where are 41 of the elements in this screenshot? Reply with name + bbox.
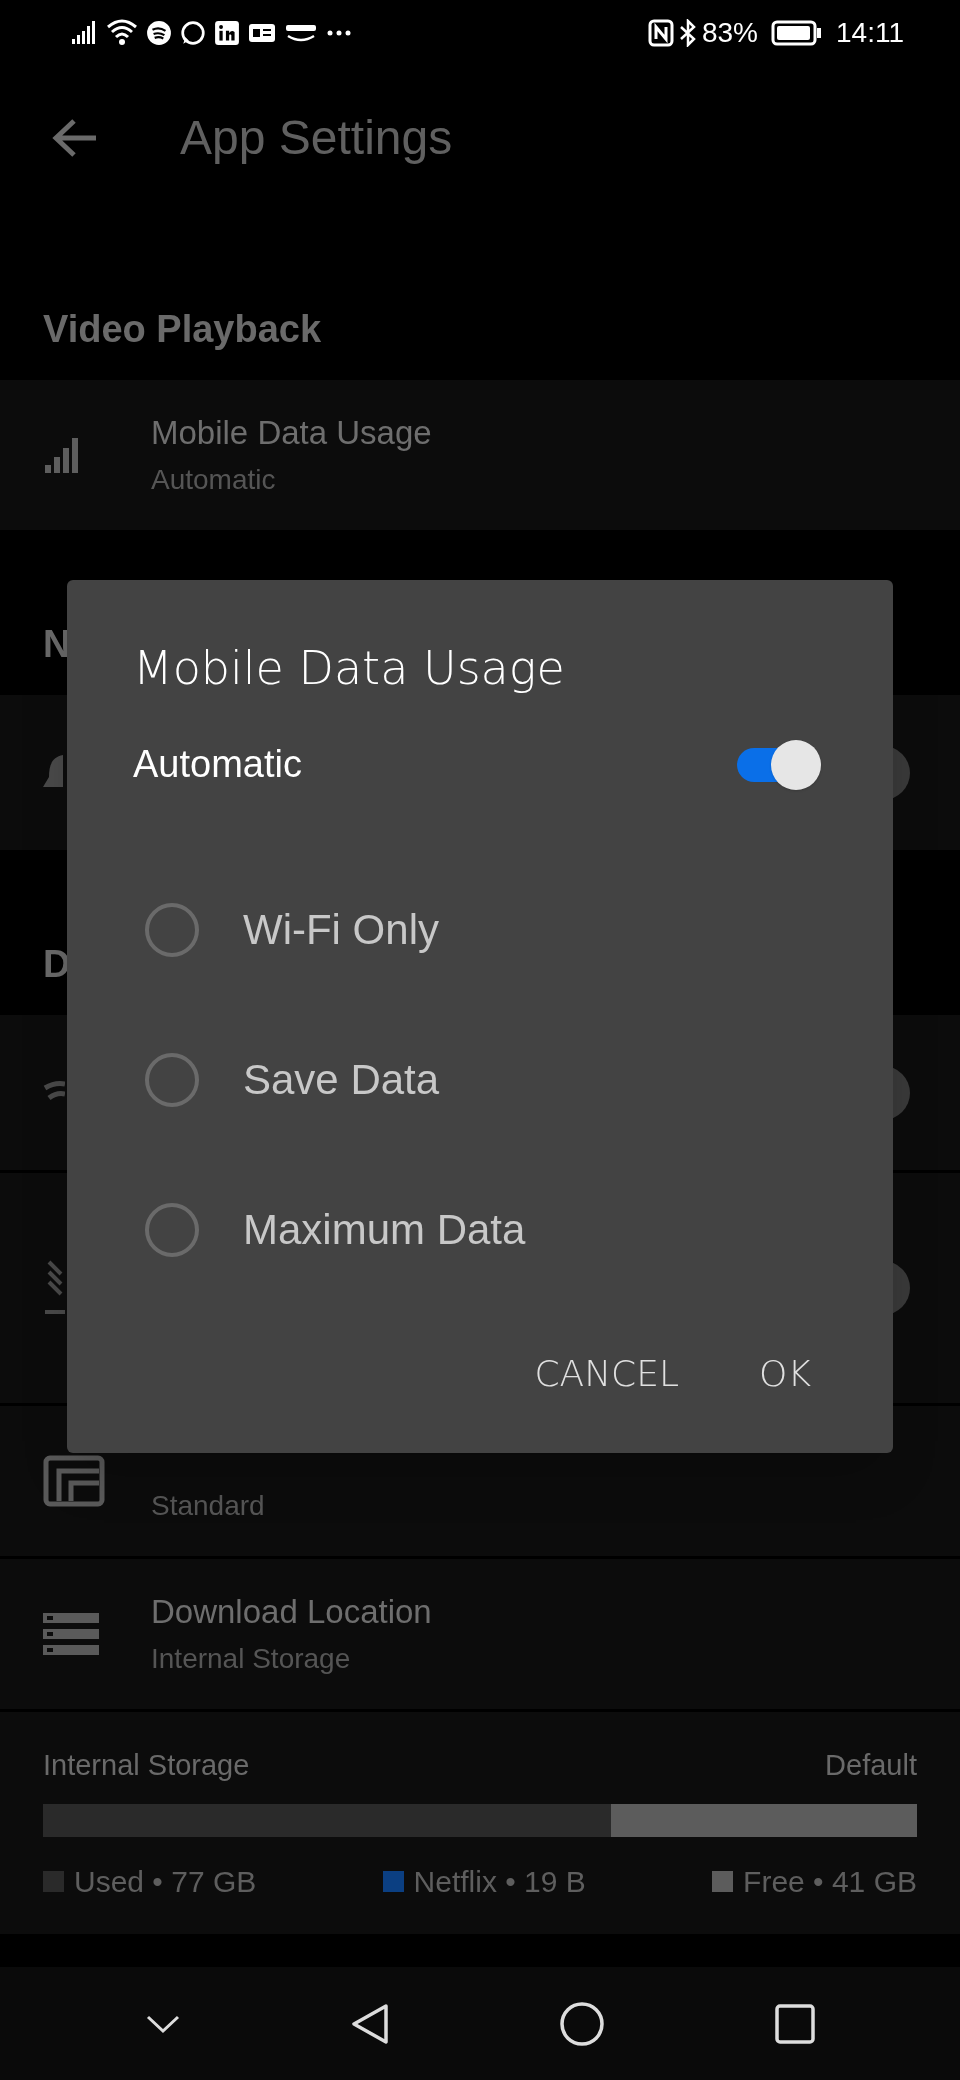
row-value: Automatic xyxy=(151,463,277,497)
screen-title: App Settings xyxy=(180,109,453,166)
home-nav-button[interactable] xyxy=(558,2000,605,2047)
legend-label: Free • 41 GB xyxy=(743,1863,917,1900)
nfc-icon xyxy=(647,18,674,47)
chat-bubble-icon xyxy=(180,19,206,46)
row-title: Download Location xyxy=(151,1592,432,1632)
dialog-button[interactable]: CANCEL xyxy=(524,1339,690,1409)
radio-button[interactable] xyxy=(145,1053,199,1107)
automatic-label: Automatic xyxy=(133,742,302,787)
screen-quality-icon xyxy=(43,1455,105,1507)
storage-list-icon xyxy=(43,1611,99,1657)
settings-row[interactable]: Download Location Internal Storage xyxy=(0,1559,960,1709)
section-header: Video Playback xyxy=(43,307,322,352)
clock: 14:11 xyxy=(836,16,904,49)
recents-nav-button[interactable] xyxy=(773,2002,816,2045)
music-app-icon xyxy=(146,19,172,46)
battery-icon xyxy=(771,19,821,46)
radio-button[interactable] xyxy=(145,903,199,957)
radio-button[interactable] xyxy=(145,1203,199,1257)
signal-icon xyxy=(70,20,98,45)
storage-default: Default xyxy=(825,1748,917,1783)
profile-app-icon xyxy=(214,19,240,46)
news-app-icon xyxy=(248,21,276,44)
settings-row[interactable]: Mobile Data Usage Automatic xyxy=(0,380,960,530)
radio-option[interactable]: Maximum Data xyxy=(145,1203,821,1257)
radio-option[interactable]: Save Data xyxy=(145,1053,821,1107)
back-nav-button[interactable] xyxy=(349,2001,390,2046)
dialog-button[interactable]: OK xyxy=(749,1339,821,1409)
automatic-switch[interactable] xyxy=(735,739,821,790)
legend-label: Netflix • 19 B xyxy=(413,1863,586,1900)
legend-label: Used • 77 GB xyxy=(74,1863,257,1900)
wifi-icon xyxy=(106,18,138,47)
battery-percent: 83% xyxy=(701,16,758,49)
storage-label: Internal Storage xyxy=(43,1748,250,1783)
row-title: Mobile Data Usage xyxy=(151,413,432,453)
dialog-title: Mobile Data Usage xyxy=(133,640,566,696)
row-value: Standard xyxy=(151,1489,265,1523)
row-value: Internal Storage xyxy=(151,1642,352,1676)
bluetooth-icon xyxy=(678,18,697,47)
radio-option[interactable]: Wi-Fi Only xyxy=(145,903,821,957)
